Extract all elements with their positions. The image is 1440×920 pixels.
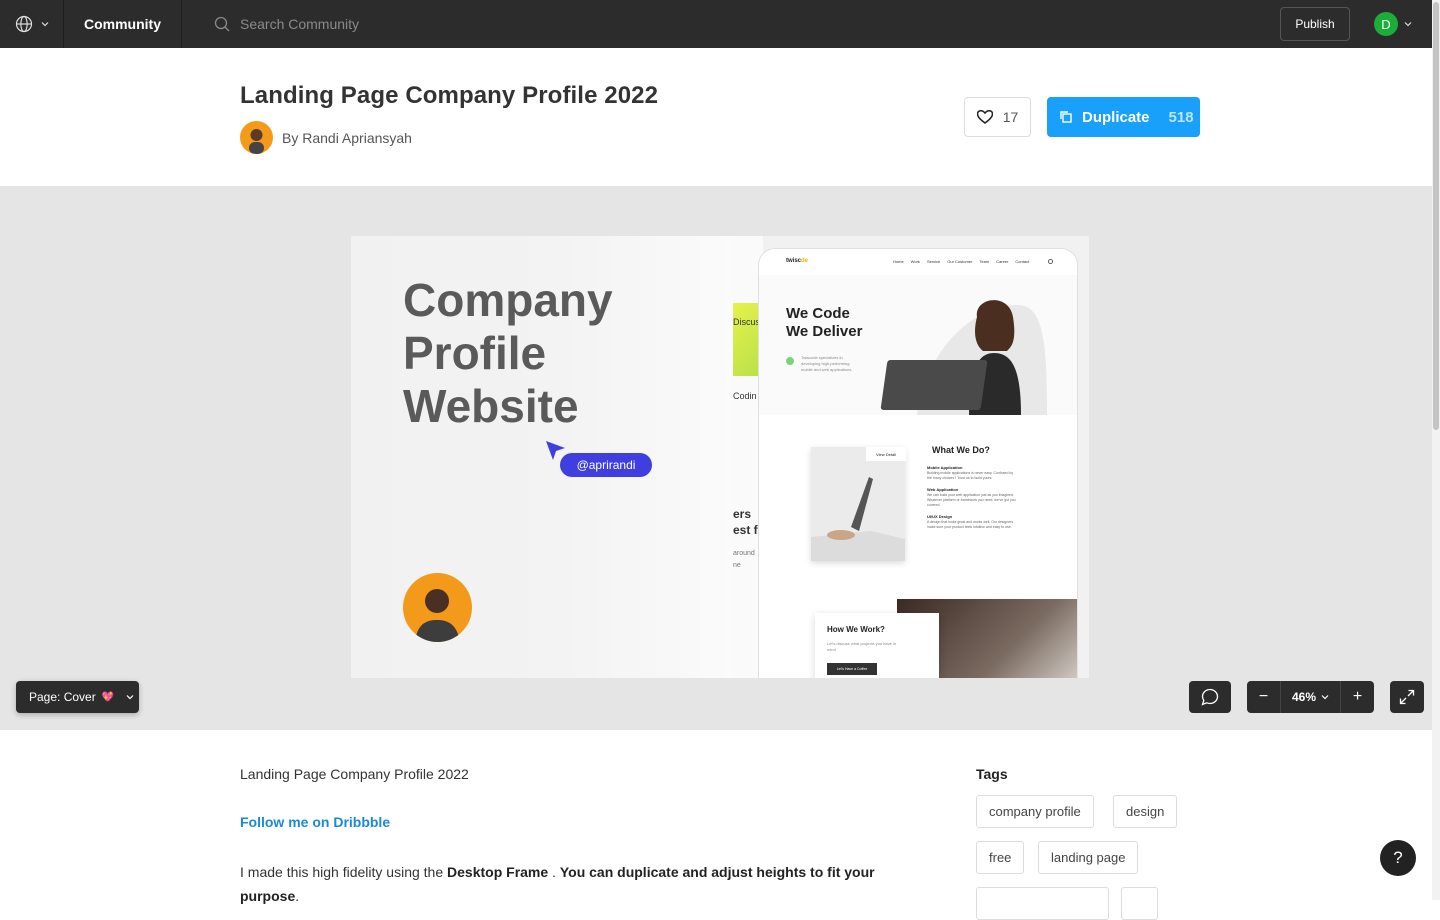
how-we-work-card: How We Work? Let's discuss what projects… — [815, 613, 939, 678]
expand-icon — [1399, 689, 1415, 705]
like-button[interactable]: 17 — [964, 97, 1031, 137]
headline-line: Company — [403, 274, 613, 326]
chevron-down-icon — [126, 695, 134, 700]
heart-icon — [976, 110, 993, 124]
cover-headline: Company Profile Website — [403, 274, 613, 433]
description-paragraph: I made this high fidelity using the Desk… — [240, 860, 880, 908]
author-avatar[interactable] — [240, 121, 273, 154]
duplicate-count: 518 — [1168, 108, 1194, 126]
help-button[interactable]: ? — [1380, 840, 1416, 876]
globe-icon — [15, 15, 32, 33]
mockup-nav-link: Contact — [1015, 259, 1030, 264]
mid-text: est f — [733, 523, 758, 537]
designer-photo — [403, 573, 472, 642]
view-detail-label: View Detail — [866, 447, 906, 461]
user-menu[interactable]: D — [1374, 12, 1412, 36]
chevron-down-icon — [41, 22, 48, 27]
coffee-button: Let's Have a Coffee — [827, 663, 877, 675]
description-text: . — [295, 888, 300, 904]
author-name[interactable]: By Randi Apriansyah — [282, 130, 412, 146]
mockup-hero-subtitle: Twiscode specializes in developing high-… — [801, 355, 853, 372]
tag-company-profile[interactable]: company profile — [976, 795, 1094, 828]
mockup-nav-link: Work — [910, 259, 920, 264]
handle-pill: @aprirandi — [560, 453, 652, 477]
duplicate-button[interactable]: Duplicate 518 — [1047, 97, 1200, 137]
laptop-illustration — [880, 360, 988, 410]
page-title: Landing Page Company Profile 2022 — [240, 82, 659, 109]
zoom-in-button[interactable]: + — [1341, 681, 1374, 713]
description-title: Landing Page Company Profile 2022 — [240, 766, 469, 782]
page-selector[interactable]: Page: Cover 💖 — [16, 681, 139, 713]
mockup-logo: twiscde — [786, 258, 809, 264]
tag-free[interactable]: free — [976, 841, 1025, 874]
search-bar[interactable] — [182, 0, 1432, 48]
mockup-hero: We Code We Deliver Twiscode specializes … — [759, 275, 1077, 415]
duplicate-icon — [1060, 111, 1072, 123]
zoom-controls: − 46% + — [1247, 681, 1374, 713]
avatar[interactable]: D — [1374, 12, 1398, 36]
mockup-how-we-work: How We Work? Let's discuss what projects… — [759, 599, 1077, 678]
description-bold: Desktop Frame — [447, 864, 549, 880]
headline-line: Website — [403, 380, 579, 432]
mockup-nav-link: Our Customer — [947, 259, 973, 264]
like-count: 17 — [1002, 109, 1019, 125]
headline-line: Profile — [403, 327, 547, 379]
community-nav-link[interactable]: Community — [64, 0, 182, 48]
search-icon — [1048, 259, 1053, 264]
tag-partial[interactable] — [1121, 887, 1158, 920]
chevron-down-icon — [1321, 695, 1329, 700]
page-emoji: 💖 — [101, 691, 115, 703]
how-we-work-subtitle: Let's discuss what projects you have in … — [827, 641, 897, 652]
dribbble-link[interactable]: Follow me on Dribbble — [240, 814, 390, 830]
publish-button[interactable]: Publish — [1280, 7, 1350, 41]
cover-left-panel: Company Profile Website @aprirandi — [351, 236, 733, 678]
duplicate-label: Duplicate — [1082, 108, 1150, 126]
tag-landing-page[interactable]: landing page — [1038, 841, 1139, 874]
mid-text: around — [733, 550, 755, 557]
mid-text: Codin — [733, 391, 757, 401]
services-list: Mobile Application Building mobile applic… — [927, 465, 1016, 529]
mockup-nav-links: Home Work Service Our Customer Team Care… — [893, 259, 1029, 264]
what-we-do-heading: What We Do? — [932, 445, 990, 455]
language-menu[interactable] — [0, 0, 64, 48]
mid-text: ers — [733, 507, 752, 521]
website-mockup: twiscde Home Work Service Our Customer T… — [759, 249, 1077, 678]
mid-text: Discus — [733, 317, 761, 327]
fullscreen-button[interactable] — [1390, 681, 1424, 713]
zoom-level-dropdown[interactable]: 46% — [1280, 681, 1341, 713]
mid-text: ne — [733, 562, 741, 569]
file-preview[interactable]: Company Profile Website @aprirandi Discu… — [0, 186, 1432, 730]
comment-icon — [1201, 688, 1219, 706]
mockup-nav-link: Service — [926, 259, 941, 264]
tags-heading: Tags — [976, 766, 1008, 782]
mockup-hero-title: We Code We Deliver — [786, 305, 863, 340]
mockup-nav-link: Team — [979, 259, 990, 264]
search-icon — [214, 16, 230, 32]
zoom-level: 46% — [1291, 690, 1317, 704]
scrollbar-thumb[interactable] — [1433, 2, 1439, 430]
search-input[interactable] — [240, 16, 540, 32]
laptop-photo — [811, 447, 905, 561]
hero-badge-icon — [786, 357, 794, 365]
how-we-work-heading: How We Work? — [827, 625, 885, 634]
mockup-services: View Detail What We Do? Mobile Applicati… — [759, 415, 1077, 595]
cover-frame[interactable]: Company Profile Website @aprirandi Discu… — [351, 236, 1089, 678]
page-label: Page: Cover — [29, 690, 96, 704]
mockup-nav-link: Career — [996, 259, 1009, 264]
tag-design[interactable]: design — [1113, 795, 1178, 828]
top-bar: Community — [0, 0, 1432, 48]
zoom-out-button[interactable]: − — [1247, 681, 1280, 713]
description-text: . — [548, 864, 560, 880]
mockup-nav-link: Home — [893, 259, 904, 264]
mockup-navbar: twiscde Home Work Service Our Customer T… — [759, 249, 1077, 275]
chevron-down-icon — [1404, 22, 1412, 27]
description-text: I made this high fidelity using the — [240, 864, 448, 880]
author-link[interactable]: By Randi Apriansyah — [240, 121, 412, 154]
comment-button[interactable] — [1189, 681, 1231, 713]
tag-partial[interactable] — [976, 887, 1109, 920]
